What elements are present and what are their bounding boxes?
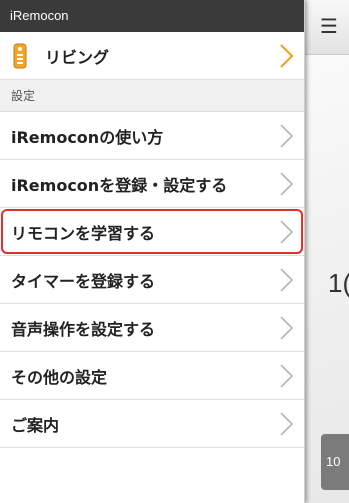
menu-item-label: その他の設定 [11,367,108,387]
room-label: リビング [45,47,110,67]
hamburger-menu-icon[interactable]: ☰ [318,14,340,38]
main-value-partial: 1( [328,268,349,298]
menu-item-register-timer[interactable]: タイマーを登録する [0,256,304,304]
drawer-empty-area [0,448,304,503]
settings-section-header: 設定 [0,80,304,112]
menu-item-label: ご案内 [11,415,60,435]
menu-item-learn-remote[interactable]: リモコンを学習する [0,208,304,256]
room-item-living[interactable]: リビング [0,32,304,80]
main-footer-text-partial: 10 [326,454,341,469]
menu-item-register-setup[interactable]: iRemoconを登録・設定する [0,160,304,208]
chevron-right-icon [276,362,296,390]
chevron-right-icon [276,218,296,246]
menu-item-voice-control[interactable]: 音声操作を設定する [0,304,304,352]
chevron-right-icon [276,266,296,294]
remote-control-icon [13,43,27,68]
chevron-right-icon [276,170,296,198]
menu-item-label: iRemoconの使い方 [11,127,164,147]
menu-item-how-to-use[interactable]: iRemoconの使い方 [0,112,304,160]
chevron-right-icon [276,410,296,438]
app-title: iRemocon [0,0,304,32]
menu-item-label: リモコンを学習する [11,223,156,243]
menu-item-label: 音声操作を設定する [11,319,156,339]
menu-item-label: タイマーを登録する [11,271,156,291]
main-screen: ☰ 1( 10 [304,0,349,503]
chevron-right-icon [276,314,296,342]
main-header: ☰ [304,0,349,55]
menu-item-other-settings[interactable]: その他の設定 [0,352,304,400]
menu-item-label: iRemoconを登録・設定する [11,175,228,195]
chevron-right-icon [276,42,296,70]
menu-item-information[interactable]: ご案内 [0,400,304,448]
chevron-right-icon [276,122,296,150]
navigation-drawer: iRemocon リビング 設定 iRemoconの使い方 iRemoconを登… [0,0,305,503]
